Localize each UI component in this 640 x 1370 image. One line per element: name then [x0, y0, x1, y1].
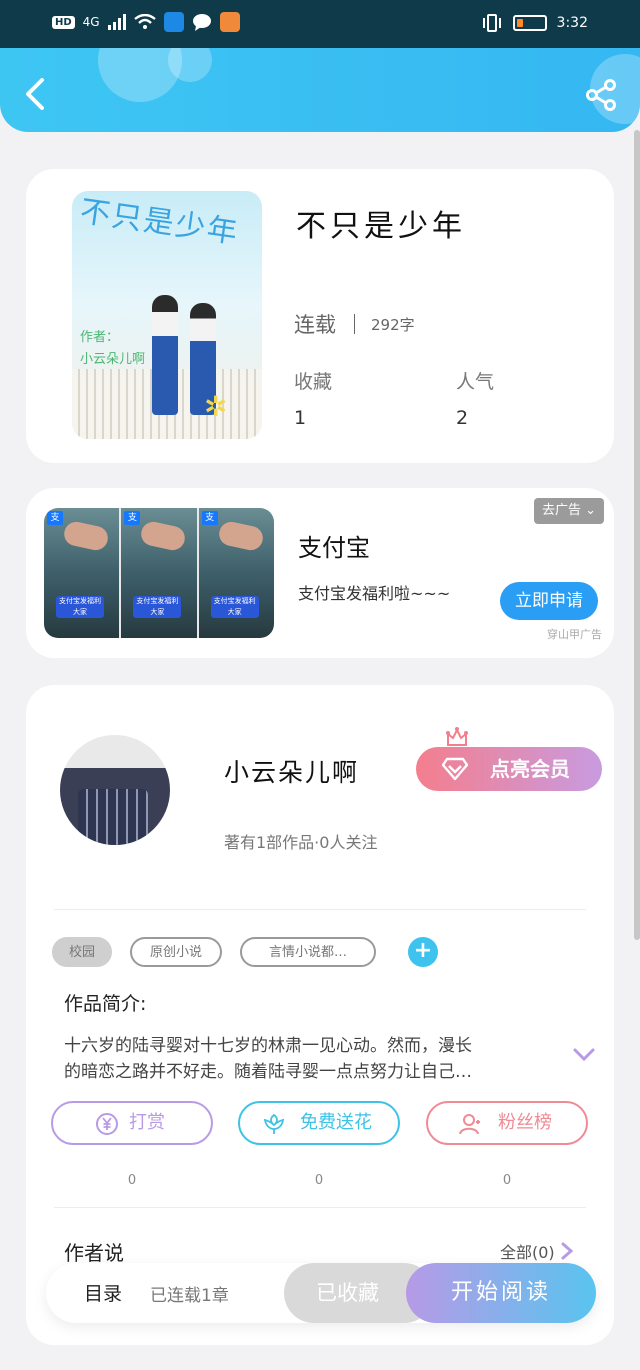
add-tag-button[interactable]: +	[408, 937, 438, 967]
book-cover[interactable]: 不只是少年 作者： 小云朵儿啊 ✲	[72, 191, 262, 439]
author-name[interactable]: 小云朵儿啊	[224, 753, 359, 789]
ad-card[interactable]: 支支付宝发福利大家 支支付宝发福利大家 支支付宝发福利大家 支付宝 支付宝发福利…	[26, 488, 614, 658]
back-button[interactable]	[22, 76, 50, 112]
ad-source: 穿山甲广告	[547, 628, 602, 641]
intro-line: 十六岁的陆寻婴对十七岁的林肃一见心动。然而，漫长	[64, 1036, 472, 1056]
ad-frame: 支支付宝发福利大家	[44, 508, 122, 638]
flower-count: 0	[314, 1173, 324, 1188]
vip-label: 点亮会员	[490, 757, 570, 781]
ad-description: 支付宝发福利啦~~~	[298, 584, 451, 603]
all-comments-label: 全部(0)	[500, 1243, 555, 1262]
reward-button[interactable]: 打赏	[51, 1101, 213, 1145]
wifi-icon	[133, 14, 156, 29]
apply-now-button[interactable]: 立即申请	[500, 582, 598, 620]
book-meta: 连载 292字	[294, 309, 415, 339]
battery-icon	[512, 15, 547, 31]
chevron-right-icon	[561, 1242, 573, 1260]
vibrate-icon	[482, 14, 501, 32]
tag-chip[interactable]: 言情小说都…	[240, 937, 376, 967]
cover-author-art: 作者： 小云朵儿啊	[80, 327, 145, 371]
catalog-button[interactable]: 目录	[84, 1279, 122, 1306]
popularity-label: 人气	[456, 371, 495, 393]
network-label: 4G	[82, 15, 100, 29]
diamond-icon	[442, 757, 468, 781]
message-icon	[192, 14, 211, 31]
intro-label: 作品简介:	[64, 993, 147, 1015]
remove-ad-button[interactable]: 去广告 ⌄	[533, 498, 604, 524]
yen-icon	[96, 1113, 118, 1135]
serial-status: 连载	[294, 313, 336, 337]
header-bar	[0, 48, 640, 132]
ad-frame: 支支付宝发福利大家	[121, 508, 199, 638]
reward-label: 打赏	[129, 1112, 165, 1133]
crown-icon	[446, 727, 468, 746]
vip-button[interactable]: 点亮会员	[416, 747, 602, 791]
word-count: 292字	[371, 315, 415, 334]
bottom-action-bar: 目录 已连载1章 已收藏 开始阅读	[46, 1263, 596, 1323]
chevron-down-icon: ⌄	[585, 503, 596, 518]
divider	[54, 1207, 586, 1208]
fans-rank-label: 粉丝榜	[498, 1112, 552, 1133]
meta-divider	[354, 314, 355, 334]
cover-figure	[152, 295, 178, 415]
collect-label: 收藏	[294, 371, 333, 393]
intro-line: 的暗恋之路并不好走。随着陆寻婴一点点努力让自己…	[64, 1062, 472, 1082]
book-title: 不只是少年	[296, 209, 466, 244]
collect-value: 1	[294, 407, 307, 429]
fans-rank-button[interactable]: 粉丝榜	[426, 1101, 588, 1145]
book-info-card: 不只是少年 作者： 小云朵儿啊 ✲ 不只是少年 连载 292字 收藏 人气 1 …	[26, 169, 614, 463]
fans-icon	[459, 1114, 480, 1135]
author-says-all-link[interactable]: 全部(0)	[500, 1239, 573, 1263]
cover-author-name: 小云朵儿啊	[80, 352, 146, 367]
send-flower-button[interactable]: 免费送花	[238, 1101, 400, 1145]
intro-text: 十六岁的陆寻婴对十七岁的林肃一见心动。然而，漫长 的暗恋之路并不好走。随着陆寻婴…	[64, 1033, 524, 1085]
start-reading-button[interactable]: 开始阅读	[406, 1263, 596, 1323]
hd-badge: HD	[52, 15, 75, 29]
signal-icon	[107, 14, 126, 30]
clock: 3:32	[556, 15, 588, 31]
share-button[interactable]	[584, 78, 618, 112]
ad-image[interactable]: 支支付宝发福利大家 支支付宝发福利大家 支支付宝发福利大家	[44, 508, 274, 638]
author-avatar[interactable]	[60, 735, 170, 845]
expand-icon[interactable]	[572, 1047, 596, 1063]
remove-ad-label: 去广告	[541, 503, 581, 518]
flower-icon	[263, 1113, 285, 1134]
windmill-icon: ✲	[204, 390, 228, 423]
app-notification-icon	[163, 12, 184, 32]
reward-count: 0	[127, 1173, 137, 1188]
status-bar: HD 4G 3:32	[0, 0, 640, 48]
fans-count: 0	[502, 1173, 512, 1188]
ad-frame: 支支付宝发福利大家	[198, 508, 274, 638]
author-info: 著有1部作品·0人关注	[224, 833, 378, 852]
tag-chip[interactable]: 校园	[52, 937, 112, 967]
ad-title: 支付宝	[298, 534, 370, 562]
tag-chip[interactable]: 原创小说	[130, 937, 222, 967]
video-app-icon	[219, 12, 240, 32]
author-says-label: 作者说	[64, 1241, 124, 1265]
chapter-count: 已连载1章	[150, 1286, 229, 1306]
cover-title-art: 不只是少年	[77, 194, 242, 251]
scrollbar[interactable]	[634, 130, 640, 940]
book-detail-card: 小云朵儿啊 著有1部作品·0人关注 点亮会员 校园 原创小说 言情小说都… + …	[26, 685, 614, 1345]
cover-author-label: 作者：	[80, 330, 120, 345]
popularity-value: 2	[456, 407, 469, 429]
divider	[54, 909, 586, 910]
send-flower-label: 免费送花	[300, 1112, 372, 1133]
